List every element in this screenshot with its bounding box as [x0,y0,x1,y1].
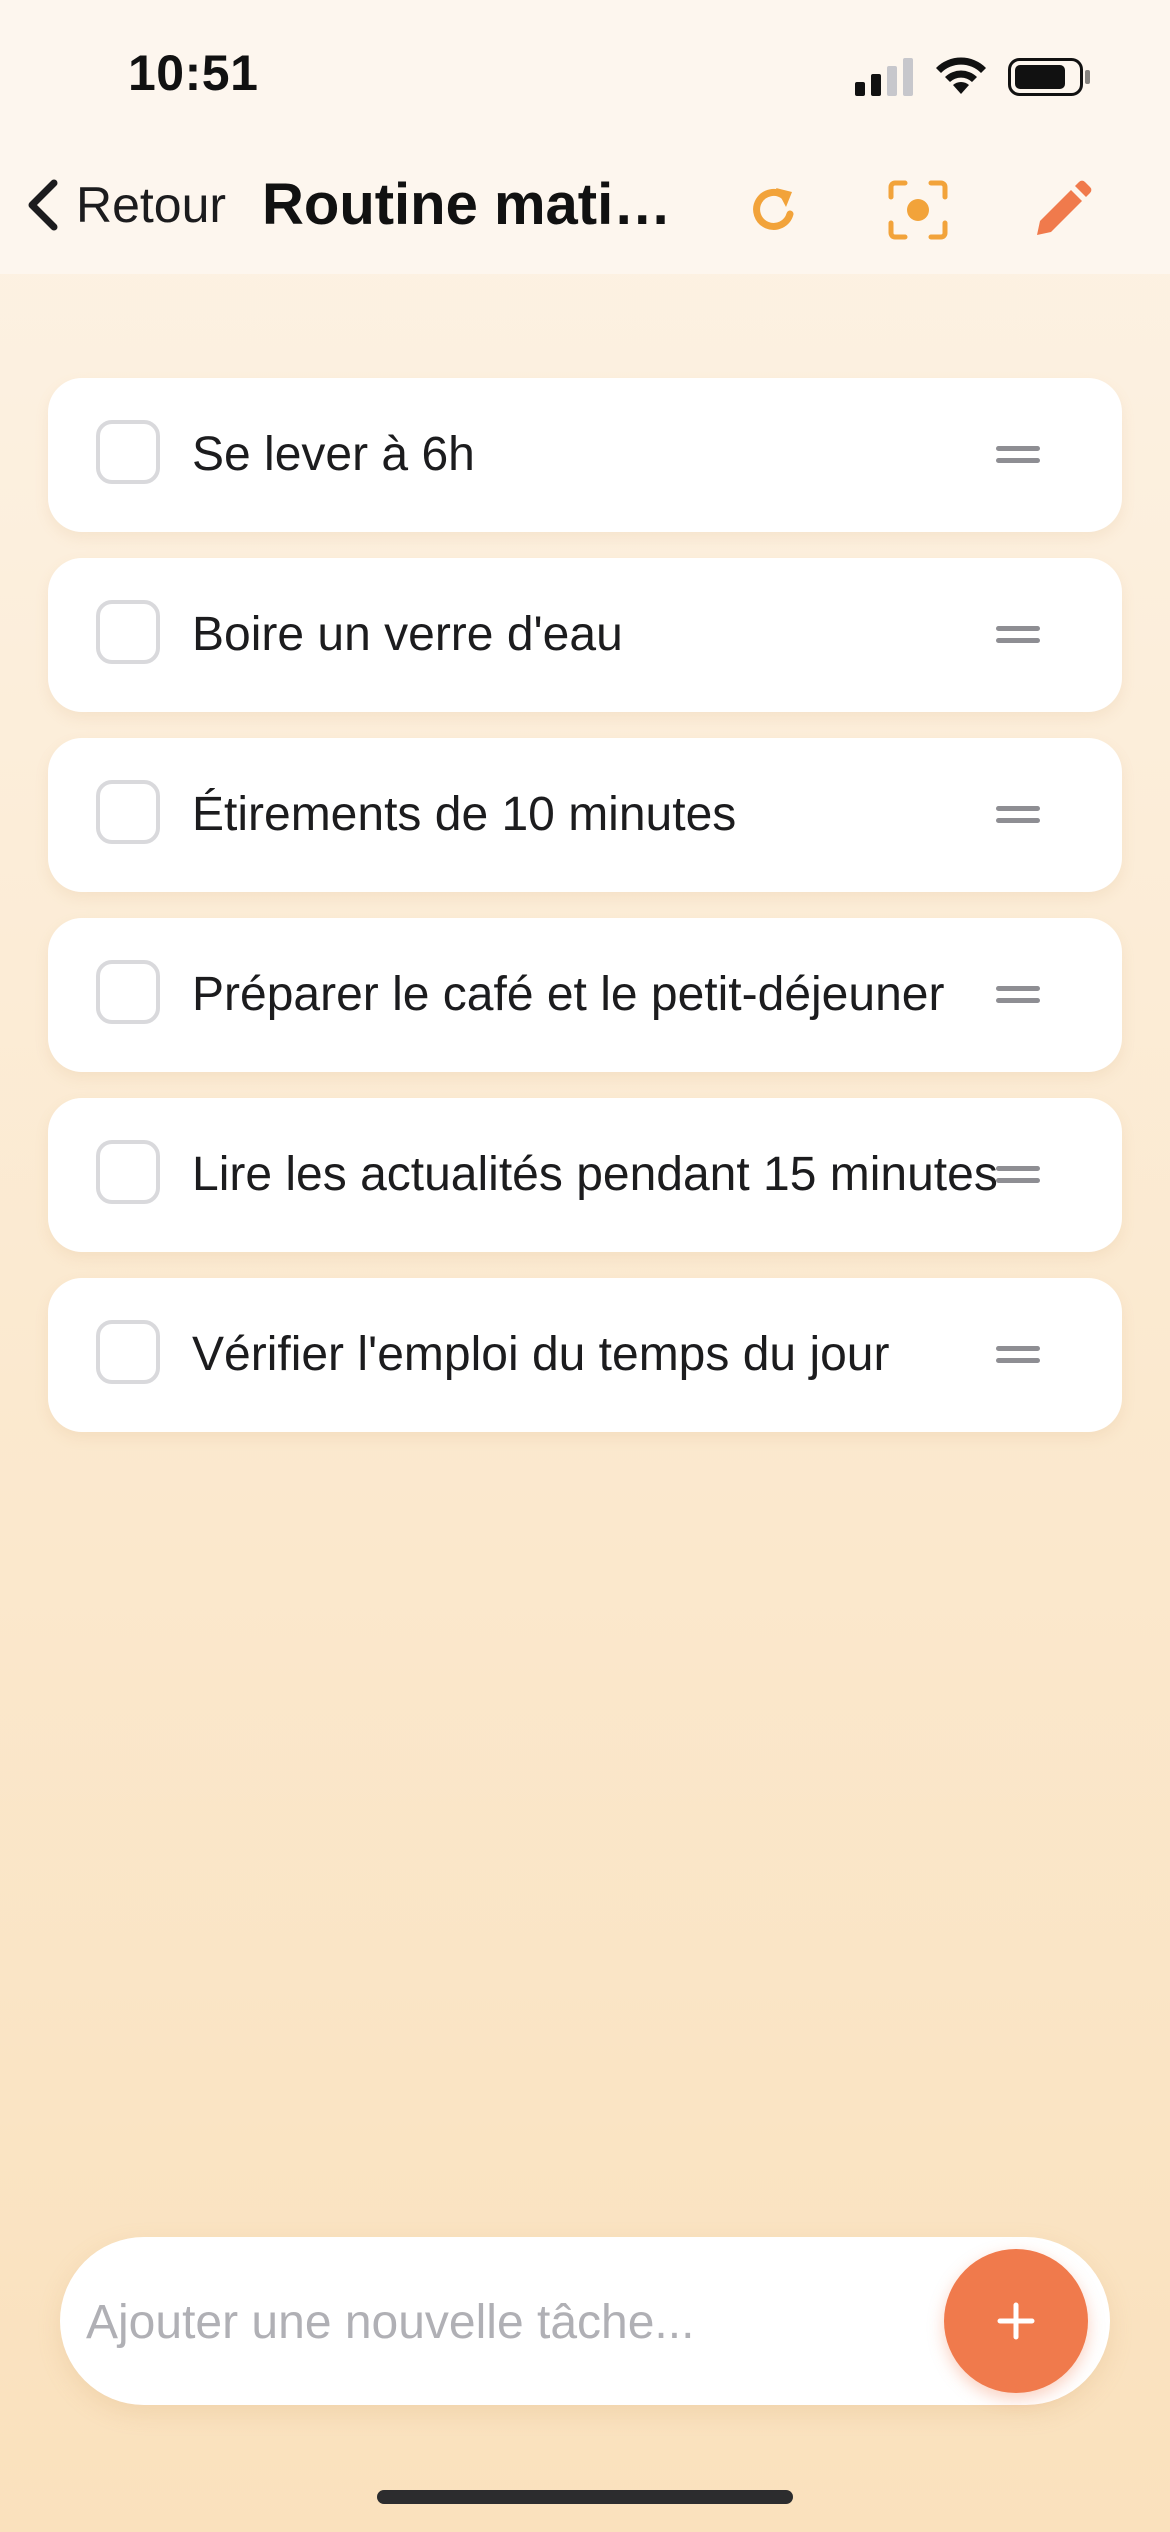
page-title: Routine matinale [262,172,702,237]
drag-handle-icon[interactable] [996,1156,1040,1194]
task-label: Se lever à 6h [192,428,475,481]
drag-handle-icon[interactable] [996,616,1040,654]
back-button[interactable]: Retour [20,170,226,240]
navigation-bar: Retour Routine matinale [0,140,1170,274]
pencil-icon [1037,180,1092,235]
task-label: Étirements de 10 minutes [192,788,737,841]
task-item[interactable]: Vérifier l'emploi du temps du jour [48,1278,1122,1432]
home-indicator[interactable] [377,2490,793,2504]
task-checkbox[interactable] [96,600,160,664]
task-checkbox[interactable] [96,960,160,1024]
task-label: Vérifier l'emploi du temps du jour [192,1328,890,1381]
task-item[interactable]: Boire un verre d'eau [48,558,1122,712]
task-list: Se lever à 6h Boire un verre d'eau Étire… [48,378,1122,1458]
focus-icon [888,180,948,240]
add-task-button[interactable] [944,2249,1088,2393]
task-label: Boire un verre d'eau [192,608,623,661]
drag-handle-icon[interactable] [996,796,1040,834]
back-label: Retour [76,177,227,233]
drag-handle-icon[interactable] [996,1336,1040,1374]
refresh-button[interactable] [734,170,814,250]
plus-icon [997,2302,1035,2340]
battery-icon [1008,58,1090,96]
new-task-input[interactable] [84,2261,948,2383]
task-checkbox[interactable] [96,1320,160,1384]
chevron-left-icon [28,179,58,231]
edit-button[interactable] [1022,170,1102,250]
task-item[interactable]: Étirements de 10 minutes [48,738,1122,892]
task-checkbox[interactable] [96,1140,160,1204]
task-checkbox[interactable] [96,420,160,484]
drag-handle-icon[interactable] [996,976,1040,1014]
refresh-icon [753,188,794,230]
task-item[interactable]: Préparer le café et le petit-déjeuner [48,918,1122,1072]
wifi-icon [936,57,986,94]
status-bar: 10:51 [0,0,1170,140]
task-checkbox[interactable] [96,780,160,844]
task-label: Lire les actualités pendant 15 minutes [192,1148,998,1201]
task-label: Préparer le café et le petit-déjeuner [192,968,945,1021]
task-item[interactable]: Se lever à 6h [48,378,1122,532]
signal-icon [855,58,913,96]
status-time: 10:51 [128,45,259,101]
drag-handle-icon[interactable] [996,436,1040,474]
focus-button[interactable] [878,170,958,250]
task-item[interactable]: Lire les actualités pendant 15 minutes [48,1098,1122,1252]
add-task-bar [60,2237,1110,2405]
